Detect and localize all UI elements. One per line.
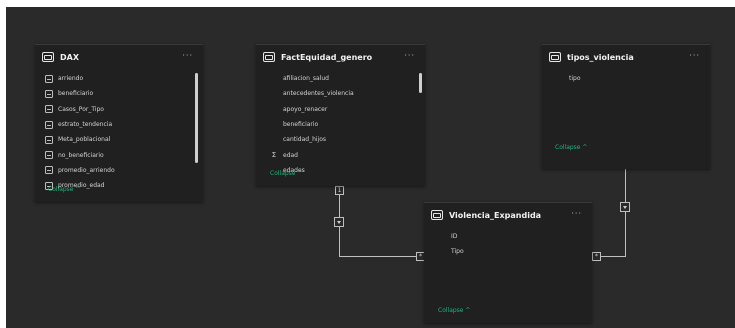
field-row[interactable]: afiliacion_salud bbox=[270, 71, 425, 86]
field-row[interactable]: Casos_Por_Tipo bbox=[45, 102, 203, 117]
table-icon bbox=[263, 52, 275, 62]
field-list: arriendo beneficiario Casos_Por_Tipo est… bbox=[45, 71, 203, 193]
field-label: Tipo bbox=[451, 248, 464, 256]
relationship-line-tipos-horizontal[interactable] bbox=[601, 256, 626, 257]
field-icon bbox=[45, 120, 53, 129]
field-icon bbox=[45, 89, 53, 98]
field-label: estrato_tendencia bbox=[58, 121, 113, 129]
collapse-button[interactable]: Collapse ^ bbox=[555, 144, 587, 151]
field-list: ID Tipo bbox=[438, 229, 592, 260]
field-label: edad bbox=[283, 151, 298, 159]
field-row[interactable]: Meta_poblacional bbox=[45, 132, 203, 147]
field-label: ID bbox=[451, 233, 458, 241]
field-row[interactable]: Tipo bbox=[438, 244, 592, 259]
table-header[interactable]: FactEquidad_genero ··· bbox=[256, 45, 425, 69]
collapse-button[interactable]: Collapse ^ bbox=[270, 170, 302, 177]
field-label: antecedentes_violencia bbox=[283, 90, 354, 98]
field-icon bbox=[45, 135, 53, 144]
arrow-down-icon[interactable] bbox=[620, 202, 630, 212]
more-options-icon[interactable]: ··· bbox=[182, 51, 193, 60]
field-label: beneficiario bbox=[58, 90, 94, 98]
collapse-button[interactable]: Collapse ^ bbox=[48, 186, 80, 193]
scrollbar[interactable] bbox=[195, 73, 198, 163]
field-label: promedio_arriendo bbox=[58, 166, 115, 174]
table-header[interactable]: tipos_violencia ··· bbox=[542, 45, 710, 69]
field-label: arriendo bbox=[58, 75, 84, 83]
scrollbar[interactable] bbox=[419, 73, 422, 93]
field-icon bbox=[45, 166, 53, 175]
table-title: tipos_violencia bbox=[567, 52, 634, 62]
field-icon bbox=[45, 105, 53, 114]
more-options-icon[interactable]: ··· bbox=[689, 51, 700, 60]
table-title: Violencia_Expandida bbox=[449, 210, 542, 220]
more-options-icon[interactable]: ··· bbox=[571, 209, 582, 218]
field-label: Meta_poblacional bbox=[58, 136, 111, 144]
field-row[interactable]: beneficiario bbox=[45, 86, 203, 101]
field-row[interactable]: promedio_arriendo bbox=[45, 163, 203, 178]
field-row[interactable]: arriendo bbox=[45, 71, 203, 86]
table-icon bbox=[431, 210, 443, 220]
relationship-line-tipos[interactable] bbox=[625, 167, 626, 257]
field-icon bbox=[45, 74, 53, 83]
field-label: apoyo_renacer bbox=[283, 105, 328, 113]
table-header[interactable]: Violencia_Expandida ··· bbox=[424, 203, 592, 227]
arrow-down-icon[interactable] bbox=[334, 217, 344, 227]
table-icon bbox=[549, 52, 561, 62]
table-card-violencia-expandida[interactable]: Violencia_Expandida ··· ID Tipo Collapse… bbox=[424, 202, 592, 323]
field-row[interactable]: Σedad bbox=[270, 147, 425, 162]
field-row[interactable]: cantidad_hijos bbox=[270, 132, 425, 147]
relationship-line-fact-horizontal[interactable] bbox=[339, 256, 424, 257]
table-card-factequidad-genero[interactable]: FactEquidad_genero ··· afiliacion_salud … bbox=[256, 44, 425, 186]
table-card-tipos-violencia[interactable]: tipos_violencia ··· tipo Collapse ^ bbox=[542, 44, 710, 169]
field-label: Casos_Por_Tipo bbox=[58, 105, 104, 113]
field-row[interactable]: estrato_tendencia bbox=[45, 117, 203, 132]
cardinality-one-fact: 1 bbox=[335, 186, 344, 195]
table-icon bbox=[42, 52, 54, 62]
field-row[interactable]: tipo bbox=[556, 71, 710, 86]
field-row[interactable]: apoyo_renacer bbox=[270, 102, 425, 117]
field-list: tipo bbox=[556, 71, 710, 86]
table-title: FactEquidad_genero bbox=[281, 52, 373, 62]
field-list: afiliacion_salud antecedentes_violencia … bbox=[270, 71, 425, 178]
field-row[interactable]: antecedentes_violencia bbox=[270, 86, 425, 101]
table-title: DAX bbox=[60, 52, 79, 62]
field-row[interactable]: beneficiario bbox=[270, 117, 425, 132]
field-label: beneficiario bbox=[283, 121, 319, 129]
field-label: cantidad_hijos bbox=[283, 136, 327, 144]
sigma-icon: Σ bbox=[271, 151, 277, 160]
field-row[interactable]: no_beneficiario bbox=[45, 147, 203, 162]
more-options-icon[interactable]: ··· bbox=[404, 51, 415, 60]
table-header[interactable]: DAX ··· bbox=[35, 45, 203, 69]
collapse-button[interactable]: Collapse ^ bbox=[438, 307, 470, 314]
field-label: tipo bbox=[569, 75, 581, 83]
model-canvas: 1 * 1 * DAX ··· arriendo beneficiario Ca… bbox=[6, 7, 735, 328]
field-row[interactable]: ID bbox=[438, 229, 592, 244]
field-icon bbox=[45, 151, 53, 160]
field-label: afiliacion_salud bbox=[283, 75, 329, 83]
field-label: no_beneficiario bbox=[58, 151, 104, 159]
cardinality-many-tipos: * bbox=[592, 252, 601, 261]
table-card-dax[interactable]: DAX ··· arriendo beneficiario Casos_Por_… bbox=[35, 44, 203, 202]
